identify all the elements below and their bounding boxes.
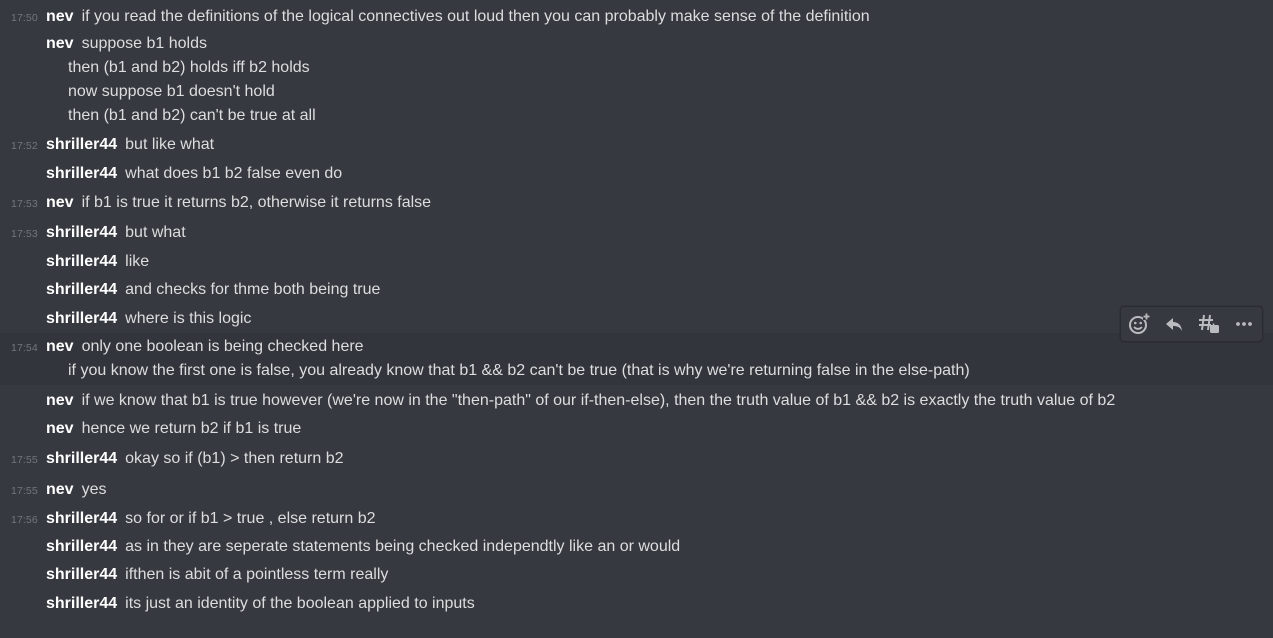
message[interactable]: 17:53 nev if b1 is true it returns b2, oth… <box>0 190 1273 214</box>
message[interactable]: shriller44 where is this logic <box>0 306 1273 330</box>
message-text: like <box>125 253 150 270</box>
message-author[interactable]: nev <box>46 8 74 25</box>
message-author[interactable]: shriller44 <box>46 566 117 583</box>
message-line: nev suppose b1 holds <box>46 34 207 54</box>
message[interactable]: 17:56 shriller44 so for or if b1 > true , … <box>0 506 1273 530</box>
reply-icon[interactable] <box>1162 312 1186 336</box>
message-actions-toolbar <box>1120 306 1263 342</box>
message-line: shriller44 so for or if b1 > true , else … <box>46 509 376 529</box>
message-line: nev only one boolean is being checked her… <box>46 337 364 357</box>
message[interactable]: 17:55 shriller44 okay so if (b1) > then re… <box>0 446 1273 470</box>
message-text: hence we return b2 if b1 is true <box>81 420 302 437</box>
message[interactable]: 17:52 shriller44 but like what <box>0 132 1273 156</box>
message-author[interactable]: nev <box>46 338 74 355</box>
message[interactable]: 17:53 shriller44 but what <box>0 220 1273 244</box>
message-author[interactable]: nev <box>46 481 74 498</box>
message-timestamp: 17:54 <box>11 342 38 354</box>
message-line: shriller44 okay so if (b1) > then return … <box>46 449 344 469</box>
message-author[interactable]: nev <box>46 194 74 211</box>
message-timestamp: 17:55 <box>11 454 38 466</box>
message[interactable]: shriller44 like <box>0 249 1273 273</box>
message[interactable]: nev suppose b1 holds then (b1 and b2) hold… <box>0 31 1273 127</box>
message-author[interactable]: shriller44 <box>46 595 117 612</box>
message-author[interactable]: shriller44 <box>46 165 117 182</box>
message-text: so for or if b1 > true , else return b2 <box>125 510 376 527</box>
message-text: ifthen is abit of a pointless term reall… <box>125 566 389 583</box>
message-author[interactable]: shriller44 <box>46 224 117 241</box>
message[interactable]: shriller44 as in they are seperate statem… <box>0 534 1273 558</box>
message-line: nev if you read the definitions of the lo… <box>46 7 870 27</box>
message-text: and checks for thme both being true <box>125 281 381 298</box>
message[interactable]: nev hence we return b2 if b1 is true <box>0 416 1273 440</box>
message-text: now suppose b1 doesn't hold <box>68 83 275 100</box>
message-text: what does b1 b2 false even do <box>125 165 343 182</box>
message-text: as in they are seperate statements being… <box>125 538 681 555</box>
message-text: only one boolean is being checked here <box>81 338 364 355</box>
message-timestamp: 17:52 <box>11 140 38 152</box>
message-author[interactable]: shriller44 <box>46 281 117 298</box>
message-line: shriller44 its just an identity of the bo… <box>46 594 475 614</box>
create-thread-icon[interactable] <box>1197 312 1221 336</box>
message-text: then (b1 and b2) holds iff b2 holds <box>68 59 310 76</box>
message-timestamp: 17:53 <box>11 228 38 240</box>
message[interactable]: shriller44 its just an identity of the bo… <box>0 591 1273 615</box>
message-line: shriller44 as in they are seperate statem… <box>46 537 680 557</box>
message-line: shriller44 and checks for thme both being… <box>46 280 380 300</box>
message-text: where is this logic <box>125 310 252 327</box>
message[interactable]: shriller44 ifthen is abit of a pointless … <box>0 562 1273 586</box>
message-continuation-line: then (b1 and b2) holds iff b2 holds <box>68 58 310 78</box>
message[interactable]: shriller44 what does b1 b2 false even do <box>0 161 1273 185</box>
message-line: nev if b1 is true it returns b2, otherwis… <box>46 193 431 213</box>
message-author[interactable]: nev <box>46 420 74 437</box>
message-line: shriller44 where is this logic <box>46 309 251 329</box>
message-line: shriller44 but what <box>46 223 186 243</box>
message-author[interactable]: shriller44 <box>46 538 117 555</box>
add-reaction-icon[interactable] <box>1127 312 1151 336</box>
message-line: shriller44 ifthen is abit of a pointless … <box>46 565 388 585</box>
message[interactable]: 17:55 nev yes <box>0 477 1273 501</box>
message-line: nev yes <box>46 480 106 500</box>
message-line: shriller44 what does b1 b2 false even do <box>46 164 342 184</box>
message-author[interactable]: nev <box>46 392 74 409</box>
message-continuation-line: then (b1 and b2) can't be true at all <box>68 106 316 126</box>
message-text: yes <box>81 481 107 498</box>
chat-messages: 17:50 nev if you read the definitions of t… <box>0 0 1273 638</box>
message-text: okay so if (b1) > then return b2 <box>125 450 344 467</box>
message-line: nev if we know that b1 is true however (w… <box>46 391 1115 411</box>
message-text: but what <box>125 224 186 241</box>
message-text: then (b1 and b2) can't be true at all <box>68 107 316 124</box>
message-author[interactable]: shriller44 <box>46 253 117 270</box>
message-text: but like what <box>125 136 215 153</box>
message-author[interactable]: shriller44 <box>46 510 117 527</box>
more-icon[interactable] <box>1232 312 1256 336</box>
message[interactable]: 17:54 nev only one boolean is being checke… <box>0 333 1273 385</box>
message-timestamp: 17:53 <box>11 198 38 210</box>
message-text: if you read the definitions of the logic… <box>81 8 870 25</box>
message-author[interactable]: shriller44 <box>46 310 117 327</box>
message-author[interactable]: shriller44 <box>46 450 117 467</box>
message[interactable]: nev if we know that b1 is true however (w… <box>0 388 1273 412</box>
message-timestamp: 17:50 <box>11 12 38 24</box>
message-line: nev hence we return b2 if b1 is true <box>46 419 301 439</box>
message-line: shriller44 but like what <box>46 135 214 155</box>
message-timestamp: 17:56 <box>11 514 38 526</box>
message-text: suppose b1 holds <box>81 35 208 52</box>
message-line: shriller44 like <box>46 252 149 272</box>
message-continuation-line: now suppose b1 doesn't hold <box>68 82 275 102</box>
message-text: its just an identity of the boolean appl… <box>125 595 475 612</box>
message-text: if we know that b1 is true however (we'r… <box>81 392 1116 409</box>
message-text: if you know the first one is false, you … <box>68 362 970 379</box>
message[interactable]: shriller44 and checks for thme both being… <box>0 277 1273 301</box>
message-author[interactable]: nev <box>46 35 74 52</box>
message-timestamp: 17:55 <box>11 485 38 497</box>
message-continuation-line: if you know the first one is false, you … <box>68 361 970 381</box>
message[interactable]: 17:50 nev if you read the definitions of t… <box>0 3 1273 27</box>
message-text: if b1 is true it returns b2, otherwise i… <box>81 194 432 211</box>
message-author[interactable]: shriller44 <box>46 136 117 153</box>
